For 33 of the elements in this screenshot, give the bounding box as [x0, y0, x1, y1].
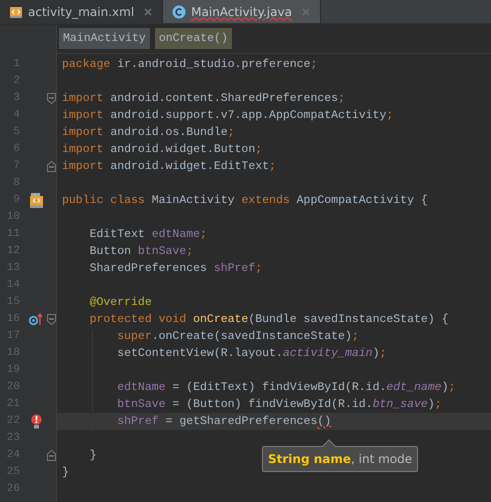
code-line: }: [88, 448, 97, 464]
code-line: import android.os.Bundle;: [61, 125, 235, 141]
class-file-icon: [30, 193, 42, 208]
code-line: setContentView(R.layout.activity_main);: [116, 346, 386, 362]
breadcrumb[interactable]: MainActivity: [59, 28, 150, 50]
code-line: super.onCreate(savedInstanceState);: [116, 329, 359, 345]
class-icon: [172, 4, 186, 18]
editor-tab[interactable]: activity_main.xml: [0, 0, 164, 23]
code-line: import android.support.v7.app.AppCompatActivity;: [61, 108, 394, 124]
code-line: protected void onCreate(Bundle savedInstanceState) {: [88, 312, 448, 328]
code-line: edtName = (EditText) findViewById(R.id.edt_name);: [116, 380, 456, 396]
code-line: public class MainActivity extends AppCompatActivity {: [61, 193, 428, 209]
tooltip-pointer: [322, 439, 336, 447]
error-bulb-icon[interactable]: [30, 414, 42, 429]
code-line: SharedPreferences shPref;: [88, 261, 262, 277]
override-icon: [29, 313, 43, 326]
breadcrumb[interactable]: onCreate(): [154, 28, 232, 50]
code-line: }: [61, 465, 69, 481]
code-line: btnSave = (Button) findViewById(R.id.btn_save);: [116, 397, 442, 413]
code-line: import android.widget.EditText;: [61, 159, 276, 175]
tab-label: MainActivity.java: [191, 4, 292, 20]
fold-icon[interactable]: [47, 314, 56, 325]
layout-file-icon: [9, 4, 23, 18]
code-line: import android.widget.Button;: [61, 142, 262, 158]
editor-tab[interactable]: MainActivity.java: [163, 0, 321, 23]
code-line: EditText edtName;: [88, 227, 207, 243]
close-icon[interactable]: [144, 8, 152, 16]
fold-icon[interactable]: [47, 93, 56, 104]
tab-label: activity_main.xml: [28, 4, 134, 20]
code-line: @Override: [88, 295, 152, 311]
code-line: import android.content.SharedPreferences;: [61, 91, 345, 107]
code-line: package ir.android_studio.preference;: [61, 57, 318, 73]
code-line: Button btnSave;: [88, 244, 194, 260]
